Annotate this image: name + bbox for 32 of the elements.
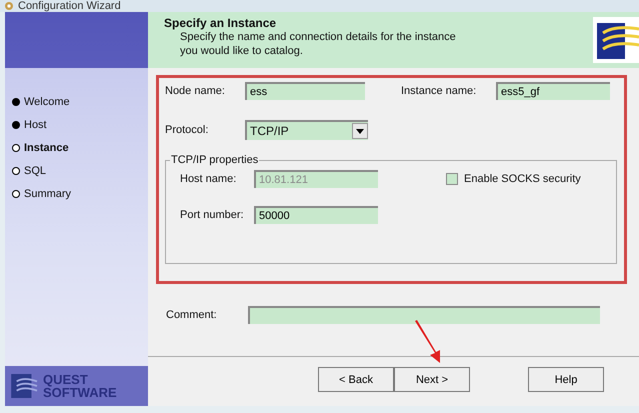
step-label: Host <box>24 119 47 131</box>
node-name-field[interactable]: ess <box>245 82 365 100</box>
protocol-dropdown[interactable]: TCP/IP <box>245 120 368 140</box>
waves-logo-icon <box>593 17 639 63</box>
step-label: Instance <box>24 142 69 154</box>
field-label: Node name: <box>165 85 226 97</box>
wizard-button[interactable]: Help <box>528 367 604 392</box>
wizard-button[interactable]: Next > <box>394 367 470 392</box>
brand-name: QUEST <box>43 373 88 386</box>
field-label: Protocol: <box>165 124 210 136</box>
window-title: Configuration Wizard <box>18 0 121 12</box>
page-subtitle: Specify the name and connection details for the instance you would like to catalog. <box>180 30 457 58</box>
gear-icon <box>4 1 14 11</box>
field-label: Comment: <box>166 309 218 321</box>
comment-field[interactable] <box>248 306 600 324</box>
step-label: SQL <box>24 165 46 177</box>
page-title: Specify an Instance <box>164 16 278 30</box>
waves-logo-icon <box>11 374 39 398</box>
group-title: TCP/IP properties <box>170 154 260 166</box>
caret-icon <box>356 128 364 134</box>
field-label: Instance name: <box>401 85 478 97</box>
checkbox[interactable] <box>446 173 458 185</box>
port-number-field[interactable]: 50000 <box>254 206 378 224</box>
brand-name: SOFTWARE <box>43 386 117 399</box>
instance-name-field[interactable]: ess5_gf <box>496 82 610 100</box>
step-label: Welcome <box>24 96 70 108</box>
checkbox-label: Enable SOCKS security <box>464 173 581 185</box>
step-label: Summary <box>24 188 72 200</box>
pointer-arrow <box>413 319 443 364</box>
field-label: Port number: <box>180 209 245 221</box>
field-label: Host name: <box>180 173 238 185</box>
wizard-button[interactable]: < Back <box>318 367 394 392</box>
